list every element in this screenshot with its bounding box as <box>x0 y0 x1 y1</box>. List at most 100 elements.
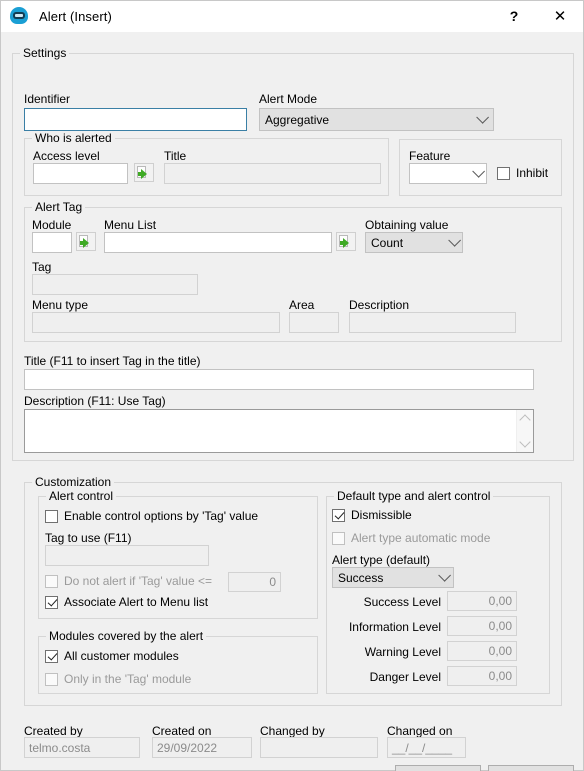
alert-mode-value: Aggregative <box>265 112 330 127</box>
created-by-input[interactable]: telmo.costa <box>24 737 140 758</box>
modules-covered-legend: Modules covered by the alert <box>46 629 207 643</box>
success-level-input[interactable]: 0,00 <box>447 591 517 611</box>
do-not-alert-value[interactable]: 0 <box>228 572 281 592</box>
alert-type-selected: Success <box>338 570 384 585</box>
only-tag-module-checkbox[interactable]: Only in the 'Tag' module <box>45 672 191 686</box>
menu-type-label: Menu type <box>32 298 89 312</box>
description-scrollbar[interactable] <box>516 410 533 452</box>
warning-level-label: Warning Level <box>364 645 441 659</box>
checkbox-box <box>45 672 58 686</box>
alert-mode-label: Alert Mode <box>259 92 318 106</box>
created-on-label: Created on <box>152 724 212 738</box>
title-small-input[interactable] <box>164 163 381 184</box>
feature-label: Feature <box>409 149 451 163</box>
chevron-down-icon <box>476 111 489 124</box>
title-small-label: Title <box>164 149 187 163</box>
automatic-mode-label: Alert type automatic mode <box>351 531 491 545</box>
associate-alert-label: Associate Alert to Menu list <box>64 595 209 609</box>
changed-by-input[interactable] <box>260 737 378 758</box>
checkbox-box <box>45 595 58 609</box>
cancel-button[interactable]: Cancel <box>488 765 574 771</box>
menu-list-add-icon[interactable] <box>336 232 356 251</box>
warning-level-input[interactable]: 0,00 <box>447 641 517 661</box>
do-not-alert-label: Do not alert if 'Tag' value <= <box>64 574 213 588</box>
who-is-alerted-legend: Who is alerted <box>32 131 115 145</box>
scroll-up-icon[interactable] <box>519 414 531 426</box>
access-level-add-icon[interactable] <box>134 163 154 182</box>
identifier-input[interactable] <box>24 108 247 131</box>
alert-type-label: Alert type (default) <box>332 553 431 567</box>
window-title: Alert (Insert) <box>39 8 112 24</box>
description-field-textarea[interactable] <box>24 409 534 453</box>
chevron-down-icon <box>448 234 461 247</box>
changed-on-input[interactable]: __/__/____ <box>387 737 466 758</box>
only-tag-module-label: Only in the 'Tag' module <box>64 672 192 686</box>
menu-list-label: Menu List <box>104 218 157 232</box>
module-add-icon[interactable] <box>76 232 96 251</box>
menu-list-input[interactable] <box>104 232 332 253</box>
identifier-label: Identifier <box>24 92 71 106</box>
created-on-input[interactable]: 29/09/2022 <box>152 737 252 758</box>
checkbox-box <box>332 508 345 522</box>
enable-control-checkbox[interactable]: Enable control options by 'Tag' value <box>45 509 258 523</box>
do-not-alert-checkbox[interactable]: Do not alert if 'Tag' value <= <box>45 574 212 588</box>
module-input[interactable] <box>32 232 72 253</box>
alert-insert-dialog: Alert (Insert) ? ✕ Settings Identifier A… <box>0 0 584 771</box>
tag-to-use-label: Tag to use (F11) <box>45 531 132 545</box>
alert-mode-select[interactable]: Aggregative <box>259 108 494 131</box>
checkbox-box <box>45 509 58 523</box>
description-field-label: Description (F11: Use Tag) <box>24 394 166 408</box>
access-level-input[interactable] <box>33 163 128 184</box>
tag-to-use-input[interactable] <box>45 545 209 566</box>
tag-description-label: Description <box>349 298 410 312</box>
title-field-input[interactable] <box>24 369 534 390</box>
default-type-legend: Default type and alert control <box>334 489 494 503</box>
tag-description-input[interactable] <box>349 312 516 333</box>
information-level-input[interactable]: 0,00 <box>447 616 517 636</box>
obtaining-value-selected: Count <box>371 235 404 250</box>
chevron-down-icon <box>472 165 485 178</box>
danger-level-input[interactable]: 0,00 <box>447 666 517 686</box>
alert-tag-legend: Alert Tag <box>32 200 86 214</box>
access-level-label: Access level <box>33 149 100 163</box>
save-button[interactable]: Save <box>395 765 481 771</box>
area-label: Area <box>289 298 315 312</box>
changed-on-label: Changed on <box>387 724 453 738</box>
settings-legend: Settings <box>20 46 70 60</box>
checkbox-box <box>497 166 510 180</box>
module-label: Module <box>32 218 72 232</box>
dismissible-checkbox[interactable]: Dismissible <box>332 508 412 522</box>
success-level-label: Success Level <box>363 595 441 609</box>
all-customer-modules-checkbox[interactable]: All customer modules <box>45 649 179 663</box>
checkbox-box <box>45 574 58 588</box>
description-field-value <box>25 410 516 452</box>
customization-legend: Customization <box>32 475 115 489</box>
obtaining-value-label: Obtaining value <box>365 218 449 232</box>
dismissible-label: Dismissible <box>351 508 412 522</box>
information-level-label: Information Level <box>348 620 441 634</box>
checkbox-box <box>332 531 345 545</box>
alert-control-legend: Alert control <box>46 489 117 503</box>
title-bar: Alert (Insert) ? ✕ <box>1 1 583 32</box>
area-input[interactable] <box>289 312 339 333</box>
alert-type-select[interactable]: Success <box>332 567 454 588</box>
feature-select[interactable] <box>409 163 487 184</box>
title-field-label: Title (F11 to insert Tag in the title) <box>24 354 201 368</box>
automatic-mode-checkbox[interactable]: Alert type automatic mode <box>332 531 490 545</box>
checkbox-box <box>45 649 58 663</box>
associate-alert-checkbox[interactable]: Associate Alert to Menu list <box>45 595 208 609</box>
close-icon[interactable]: ✕ <box>537 1 583 31</box>
inhibit-label: Inhibit <box>516 166 549 180</box>
obtaining-value-select[interactable]: Count <box>365 232 463 253</box>
all-customer-modules-label: All customer modules <box>64 649 179 663</box>
chevron-down-icon <box>438 569 451 582</box>
help-icon[interactable]: ? <box>491 1 537 31</box>
scroll-down-icon[interactable] <box>519 436 531 448</box>
danger-level-label: Danger Level <box>369 670 441 684</box>
dialog-content: Settings Identifier Alert Mode Aggregati… <box>1 32 583 771</box>
created-by-label: Created by <box>24 724 83 738</box>
inhibit-checkbox[interactable]: Inhibit <box>497 166 548 180</box>
robot-head-icon <box>10 6 30 26</box>
tag-input[interactable] <box>32 274 198 295</box>
menu-type-input[interactable] <box>32 312 280 333</box>
